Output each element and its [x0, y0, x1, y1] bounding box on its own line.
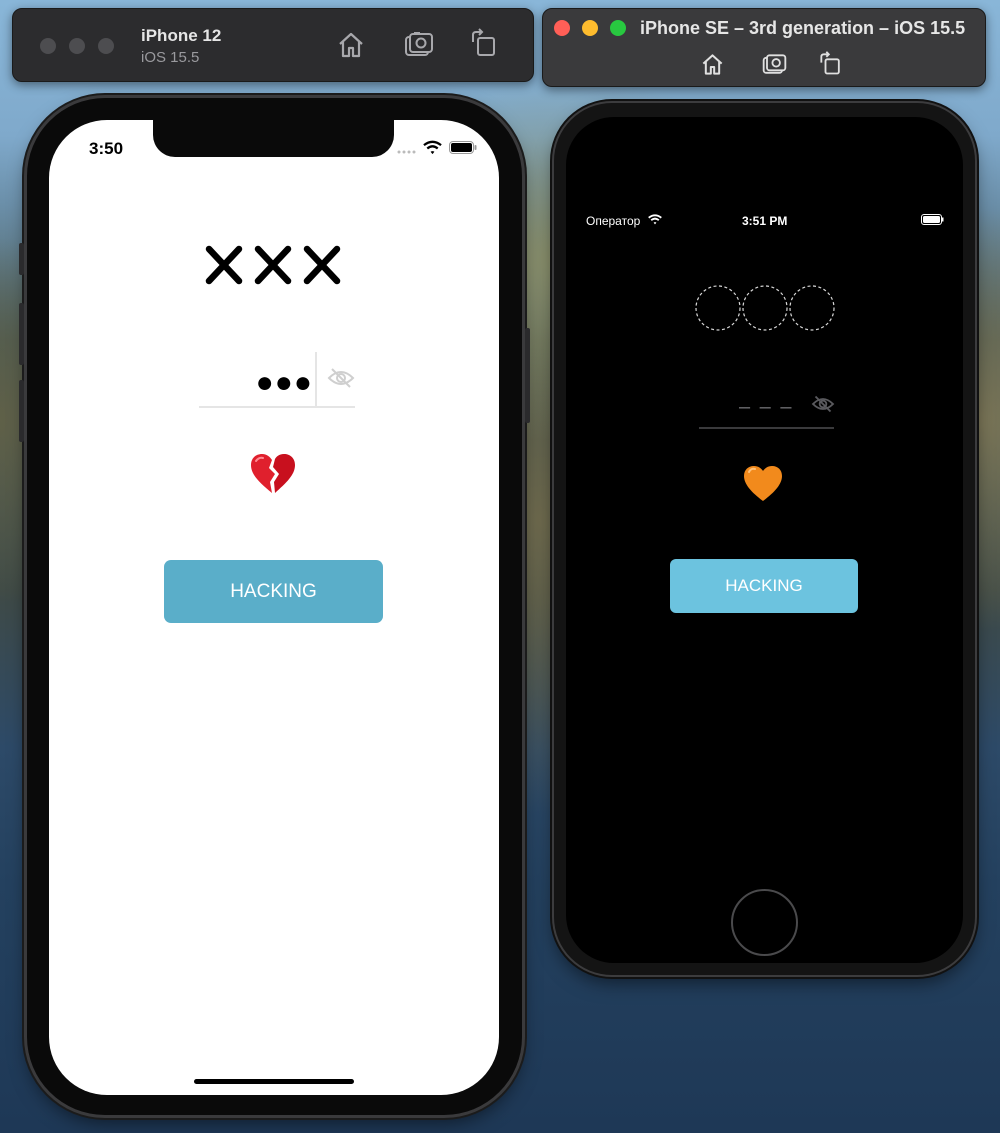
signal-icon	[397, 150, 416, 154]
status-time: 3:51 PM	[742, 214, 788, 228]
home-icon[interactable]	[336, 30, 366, 60]
status-time: 3:50	[89, 139, 124, 158]
home-indicator[interactable]	[194, 1079, 354, 1084]
field-divider	[315, 352, 317, 408]
iphonese-screen: Оператор 3:51 PM – – – HACKING	[566, 117, 963, 963]
attempts-circles-icon	[695, 285, 835, 331]
simulator-title: iPhone SE – 3rd generation – iOS 15.5	[640, 18, 966, 38]
password-field[interactable]: ●●●	[199, 352, 355, 408]
side-button	[525, 328, 530, 423]
window-close-button[interactable]	[40, 38, 56, 54]
rotate-icon[interactable]	[469, 28, 499, 58]
attempts-x-icon	[205, 245, 341, 285]
password-placeholder: – – –	[739, 396, 794, 418]
simulator-subtitle: iOS 15.5	[141, 49, 200, 66]
window-minimize-button[interactable]	[582, 20, 598, 36]
eye-slash-icon[interactable]	[327, 366, 355, 390]
simulator-toolbar-iphone12: iPhone 12 iOS 15.5	[12, 8, 534, 82]
wifi-icon	[423, 140, 442, 155]
battery-icon	[921, 214, 944, 225]
home-icon[interactable]	[700, 52, 725, 77]
wifi-icon	[648, 214, 662, 225]
rotate-icon[interactable]	[818, 51, 843, 76]
password-value: ●●●	[255, 366, 313, 399]
window-zoom-button[interactable]	[98, 38, 114, 54]
broken-heart-icon	[251, 454, 295, 493]
silent-switch	[19, 243, 24, 275]
password-field[interactable]: – – –	[699, 387, 835, 429]
simulator-title: iPhone 12	[141, 26, 222, 45]
notch	[153, 120, 394, 157]
window-close-button[interactable]	[554, 20, 570, 36]
orange-heart-icon	[744, 466, 782, 501]
window-minimize-button[interactable]	[69, 38, 85, 54]
carrier-label: Оператор	[586, 214, 641, 228]
eye-slash-icon[interactable]	[811, 394, 835, 414]
volume-down-button	[19, 380, 24, 442]
hacking-button[interactable]: HACKING	[670, 559, 858, 613]
simulator-toolbar-iphonese: iPhone SE – 3rd generation – iOS 15.5	[542, 8, 986, 87]
screenshot-icon[interactable]	[404, 30, 434, 60]
hacking-button[interactable]: HACKING	[164, 560, 383, 623]
screenshot-icon[interactable]	[762, 52, 787, 77]
volume-up-button	[19, 303, 24, 365]
iphone12-screen: 3:50 ●●● HACKING	[49, 120, 499, 1095]
battery-icon	[449, 141, 477, 154]
home-button[interactable]	[731, 889, 798, 956]
window-zoom-button[interactable]	[610, 20, 626, 36]
